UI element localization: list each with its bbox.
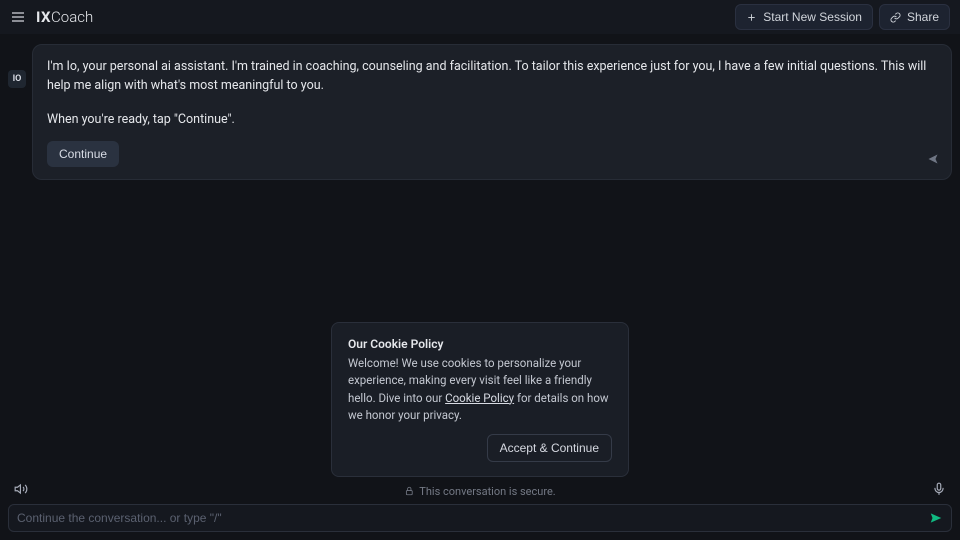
mic-icon[interactable] xyxy=(932,482,946,500)
lock-icon xyxy=(404,486,414,496)
logo-light: Coach xyxy=(51,8,93,26)
secure-text: This conversation is secure. xyxy=(419,485,555,498)
cookie-popup: Our Cookie Policy Welcome! We use cookie… xyxy=(331,322,629,477)
send-button[interactable] xyxy=(929,511,943,525)
cookie-actions: Accept & Continue xyxy=(348,434,612,462)
footer: This conversation is secure. xyxy=(0,482,960,540)
chat-input[interactable] xyxy=(17,511,929,525)
assistant-avatar: IO xyxy=(8,70,26,88)
header-left: IXCoach xyxy=(10,8,93,26)
menu-icon[interactable] xyxy=(10,9,26,25)
logo-bold: IX xyxy=(36,8,51,26)
share-button[interactable]: Share xyxy=(879,4,950,30)
accept-cookies-button[interactable]: Accept & Continue xyxy=(487,434,612,462)
app-header: IXCoach Start New Session Share xyxy=(0,0,960,34)
message-send-icon[interactable] xyxy=(927,153,939,169)
share-label: Share xyxy=(907,10,939,24)
input-row xyxy=(8,504,952,532)
cookie-title: Our Cookie Policy xyxy=(348,337,612,351)
message-paragraph-1: I'm Io, your personal ai assistant. I'm … xyxy=(47,57,937,96)
chat-area: IO I'm Io, your personal ai assistant. I… xyxy=(0,34,960,180)
start-new-session-button[interactable]: Start New Session xyxy=(735,4,873,30)
message-paragraph-2: When you're ready, tap "Continue". xyxy=(47,110,937,129)
cookie-policy-link[interactable]: Cookie Policy xyxy=(445,391,514,405)
continue-button[interactable]: Continue xyxy=(47,141,119,167)
secure-indicator: This conversation is secure. xyxy=(404,485,555,498)
app-logo: IXCoach xyxy=(36,8,93,26)
footer-top-row: This conversation is secure. xyxy=(8,482,952,500)
header-right: Start New Session Share xyxy=(735,4,950,30)
start-new-session-label: Start New Session xyxy=(763,10,862,24)
message-row: IO I'm Io, your personal ai assistant. I… xyxy=(8,44,952,180)
assistant-message: I'm Io, your personal ai assistant. I'm … xyxy=(32,44,952,180)
link-icon xyxy=(890,12,901,23)
cookie-body: Welcome! We use cookies to personalize y… xyxy=(348,355,612,424)
sound-icon[interactable] xyxy=(14,482,28,500)
plus-icon xyxy=(746,12,757,23)
